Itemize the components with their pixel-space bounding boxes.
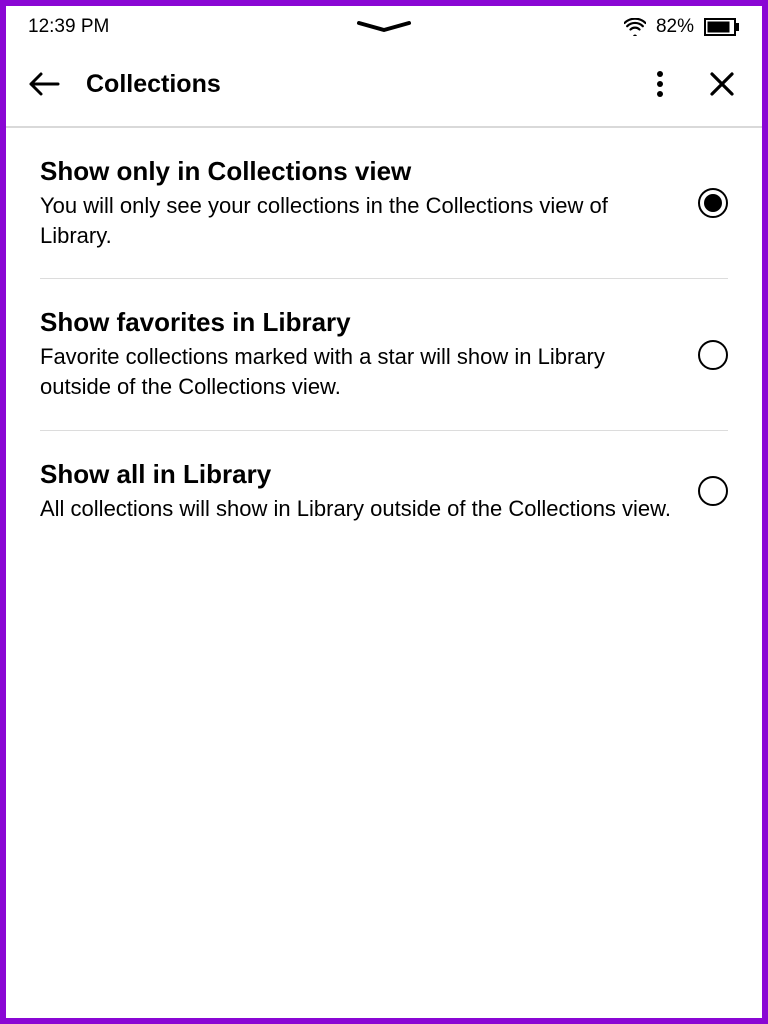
option-title: Show favorites in Library [40, 307, 678, 338]
header-bar: Collections [6, 42, 762, 128]
option-title: Show all in Library [40, 459, 678, 490]
option-description: All collections will show in Library out… [40, 494, 678, 524]
radio-button[interactable] [698, 188, 728, 218]
header-actions [642, 66, 740, 102]
status-time: 12:39 PM [28, 16, 109, 38]
close-icon [709, 71, 735, 97]
option-text: Show favorites in Library Favorite colle… [40, 307, 698, 401]
battery-icon [704, 18, 740, 36]
pull-down-handle-icon[interactable] [355, 20, 413, 34]
option-show-only-collections[interactable]: Show only in Collections view You will o… [40, 128, 728, 279]
option-text: Show only in Collections view You will o… [40, 156, 698, 250]
options-list: Show only in Collections view You will o… [6, 128, 762, 551]
radio-button[interactable] [698, 476, 728, 506]
page-title: Collections [86, 70, 642, 99]
back-arrow-icon [28, 71, 60, 97]
option-show-favorites[interactable]: Show favorites in Library Favorite colle… [40, 279, 728, 430]
close-button[interactable] [704, 66, 740, 102]
battery-percentage: 82% [656, 16, 694, 38]
status-right: 82% [624, 16, 740, 38]
option-show-all[interactable]: Show all in Library All collections will… [40, 431, 728, 552]
option-text: Show all in Library All collections will… [40, 459, 698, 524]
back-button[interactable] [24, 64, 64, 104]
more-options-button[interactable] [642, 66, 678, 102]
option-description: Favorite collections marked with a star … [40, 342, 678, 401]
wifi-icon [624, 18, 646, 36]
more-vertical-icon [656, 70, 664, 98]
option-title: Show only in Collections view [40, 156, 678, 187]
option-description: You will only see your collections in th… [40, 191, 678, 250]
radio-button[interactable] [698, 340, 728, 370]
